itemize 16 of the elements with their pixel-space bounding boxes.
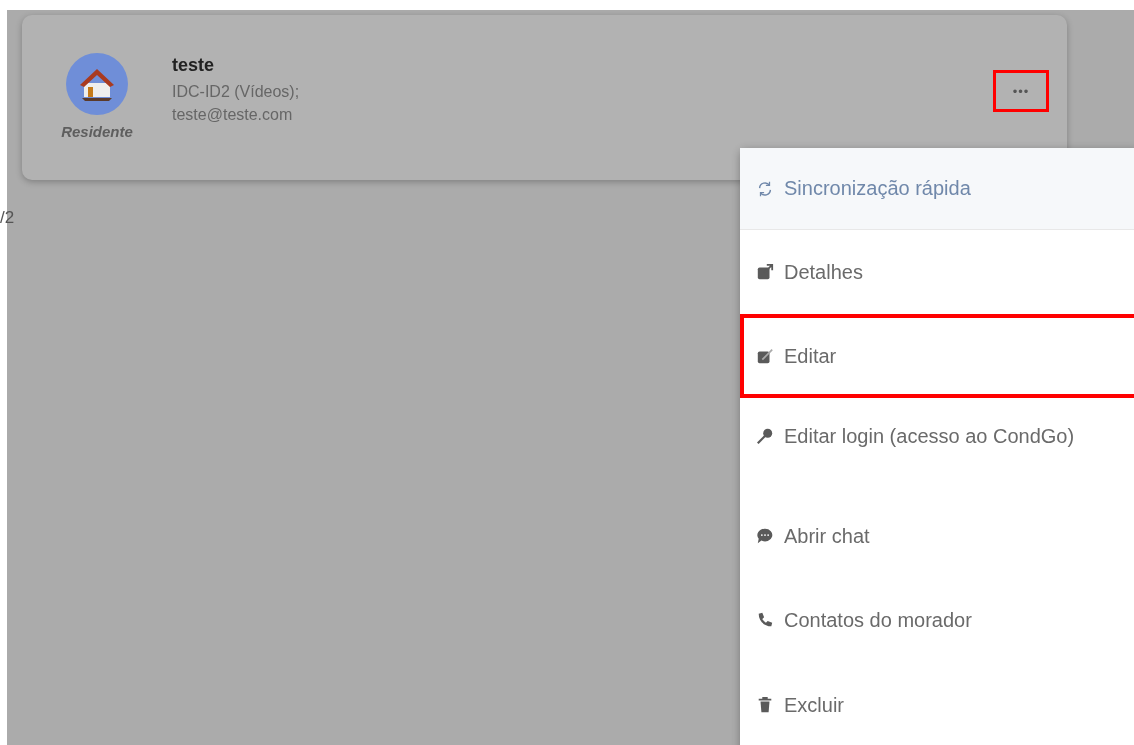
sync-icon (756, 179, 774, 198)
menu-item[interactable]: Editar (740, 314, 1134, 398)
chat-icon (756, 527, 774, 545)
menu-item[interactable]: Sincronização rápida (740, 148, 1134, 230)
phone-icon (756, 611, 774, 629)
trash-icon (756, 696, 774, 714)
role-label: Residente (61, 123, 133, 140)
more-button[interactable]: ••• (993, 70, 1049, 112)
external-link-icon (756, 263, 774, 281)
pagination-text: /2 (0, 208, 16, 228)
edit-icon (756, 347, 774, 365)
key-icon (756, 427, 774, 445)
email-text: teste@teste.com (172, 105, 294, 125)
unit-text: IDC-ID2 (Vídeos); (172, 82, 301, 102)
house-avatar-icon (66, 53, 128, 115)
resident-name: teste (172, 55, 216, 76)
